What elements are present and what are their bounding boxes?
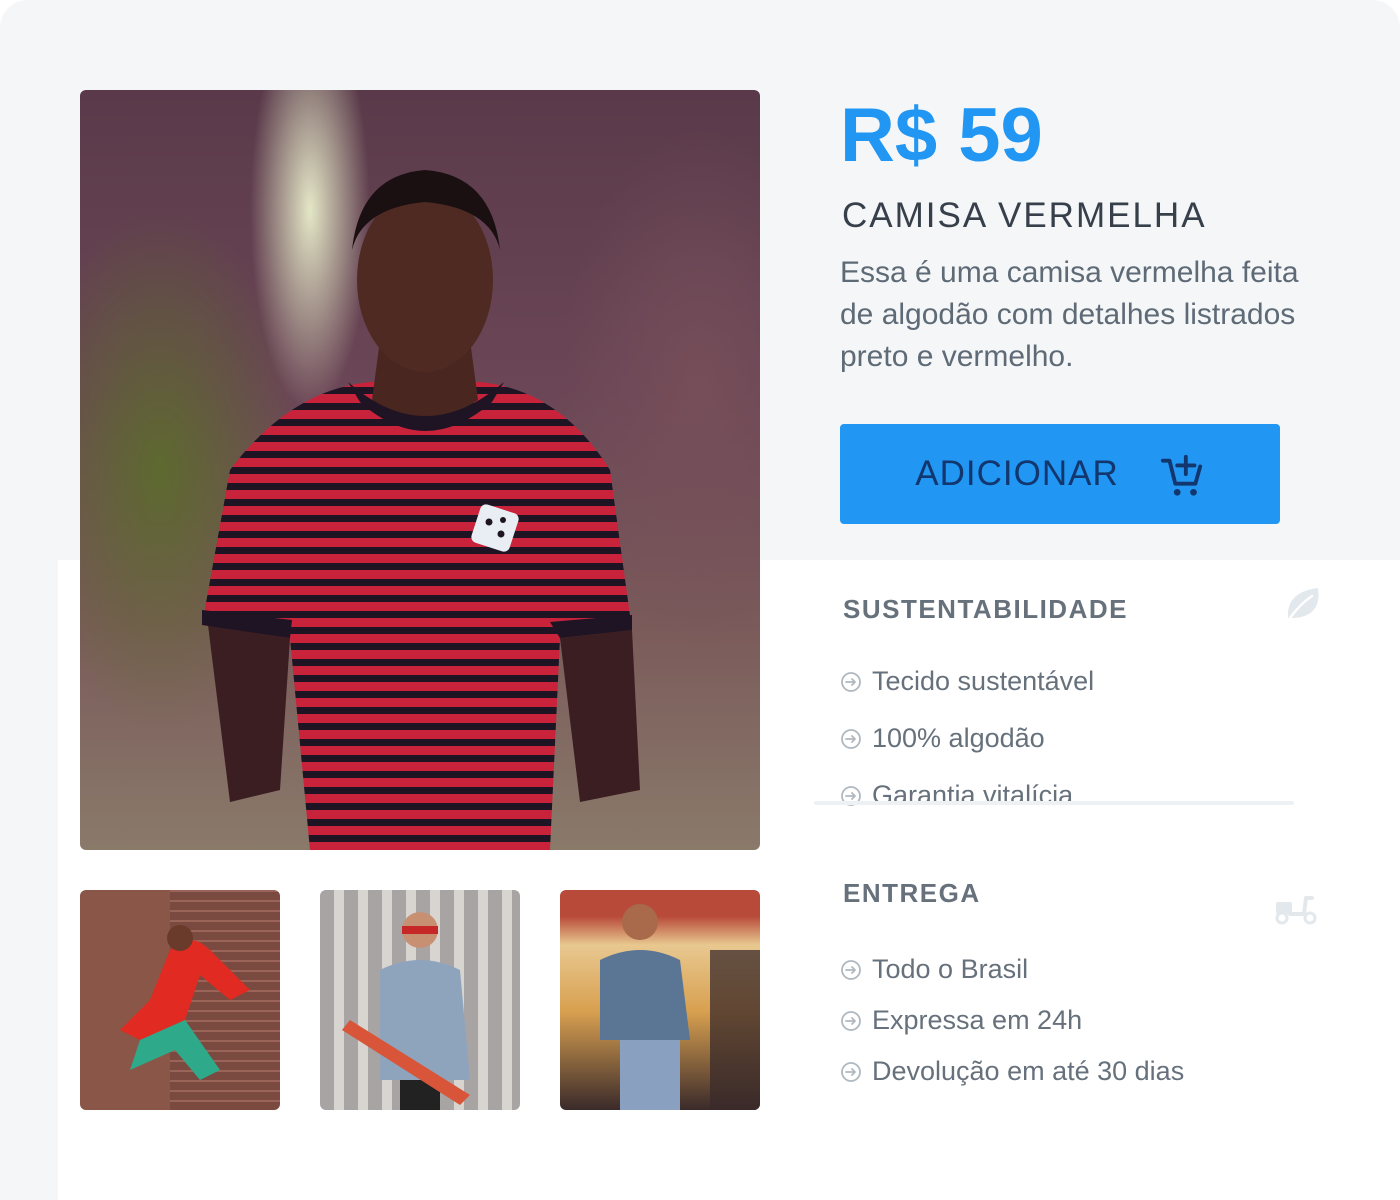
thumbnail-3-illustration xyxy=(600,904,760,1110)
thumbnail-1-illustration xyxy=(120,925,250,1080)
product-description: Essa é uma camisa vermelha feita de algo… xyxy=(840,256,1299,373)
delivery-item: Todo o Brasil xyxy=(840,954,1028,985)
main-product-image xyxy=(80,90,760,850)
arrow-circle-icon xyxy=(841,1010,861,1031)
product-card: R$ 59 CAMISA VERMELHA Essa é uma camisa … xyxy=(0,0,1400,1200)
scooter-icon xyxy=(1275,896,1317,925)
leaf-icon xyxy=(1287,588,1319,620)
thumbnail-1[interactable] xyxy=(80,890,280,1110)
delivery-item: Expressa em 24h xyxy=(840,1005,1082,1036)
section-divider xyxy=(814,801,1294,805)
product-name: CAMISA VERMELHA xyxy=(842,196,1207,235)
thumbnail-2[interactable] xyxy=(320,890,520,1110)
sustainability-item-label: Tecido sustentável xyxy=(872,666,1095,696)
add-to-cart-button[interactable]: ADICIONAR xyxy=(840,424,1280,524)
thumbnail-2-illustration xyxy=(342,912,470,1110)
sustainability-item: Tecido sustentável xyxy=(840,666,1094,697)
delivery-title: ENTREGA xyxy=(843,878,981,908)
arrow-circle-icon xyxy=(841,959,861,980)
add-to-cart-icon xyxy=(1160,454,1202,496)
sustainability-item: Garantia vitalícia xyxy=(840,780,1073,811)
arrow-circle-icon xyxy=(841,671,861,692)
delivery-item: Devolução em até 30 dias xyxy=(840,1056,1184,1087)
delivery-item-label: Devolução em até 30 dias xyxy=(872,1056,1185,1086)
product-price: R$ 59 xyxy=(840,93,1043,178)
sustainability-item: 100% algodão xyxy=(840,723,1045,754)
delivery-item-label: Expressa em 24h xyxy=(872,1005,1083,1035)
delivery-item-label: Todo o Brasil xyxy=(872,954,1029,984)
add-to-cart-label: ADICIONAR xyxy=(915,454,1119,493)
arrow-circle-icon xyxy=(841,1061,861,1082)
sustainability-item-label: 100% algodão xyxy=(872,723,1045,753)
sustainability-item-label: Garantia vitalícia xyxy=(872,780,1074,810)
sustainability-title: SUSTENTABILIDADE xyxy=(843,594,1128,624)
thumbnail-3[interactable] xyxy=(560,890,760,1110)
arrow-circle-icon xyxy=(841,728,861,749)
main-photo-illustration xyxy=(202,170,640,850)
